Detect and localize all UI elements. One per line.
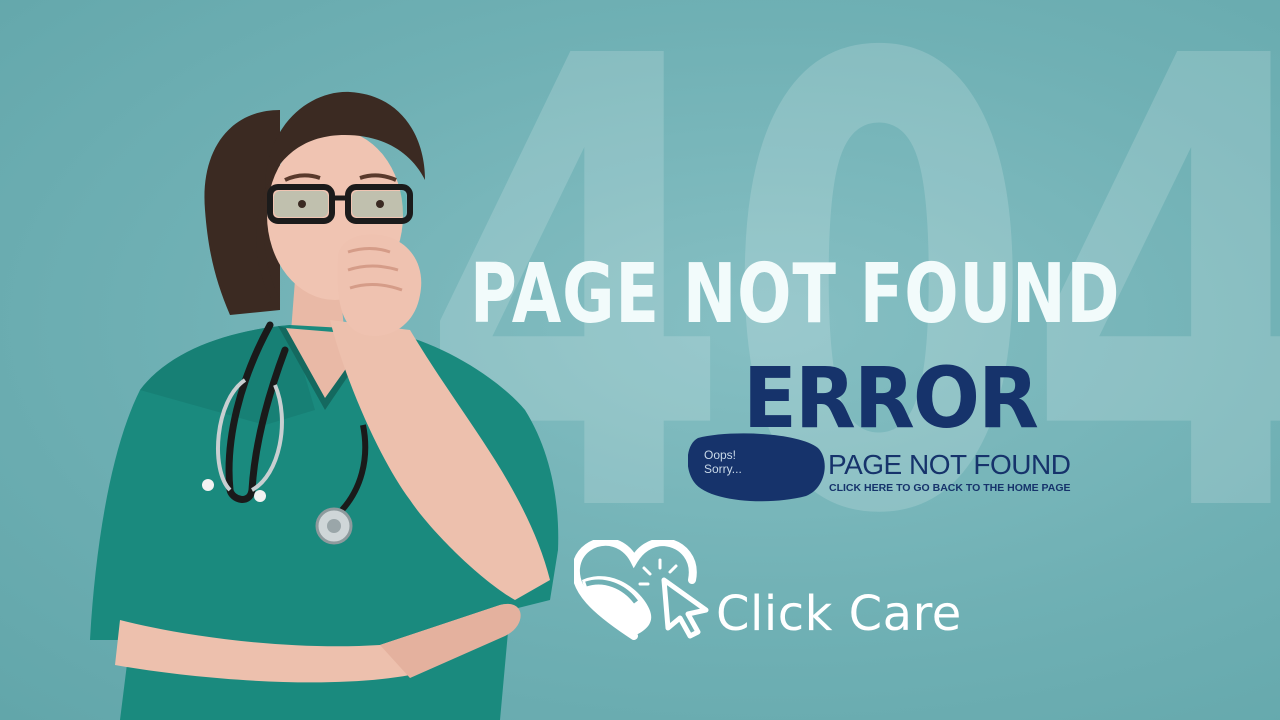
error-title: ERROR: [743, 349, 1039, 447]
heart-cursor-logo-icon: [574, 540, 709, 640]
home-page-link[interactable]: CLICK HERE TO GO BACK TO THE HOME PAGE: [829, 482, 1071, 494]
nurse-illustration: [90, 91, 559, 720]
brand-name: Click Care: [716, 586, 962, 642]
page-not-found-headline: PAGE NOT FOUND: [470, 247, 1121, 342]
error-subtitle: PAGE NOT FOUND: [828, 449, 1071, 480]
oops-line-2: Sorry...: [704, 462, 742, 476]
click-care-logo[interactable]: Click Care: [574, 540, 1034, 642]
error-home-link[interactable]: Oops! Sorry... ERROR PAGE NOT FOUND CLIC…: [688, 356, 1098, 508]
oops-line-1: Oops!: [704, 448, 737, 462]
oops-text: Oops! Sorry...: [704, 448, 742, 476]
